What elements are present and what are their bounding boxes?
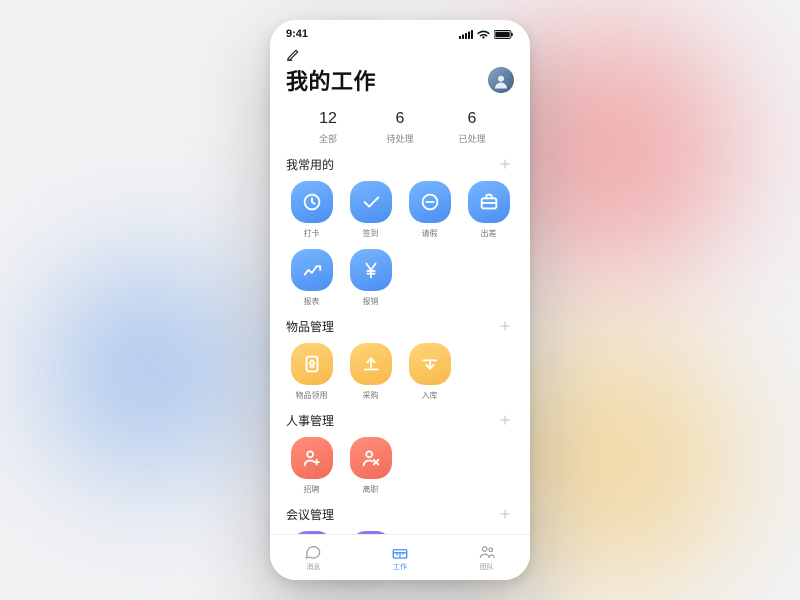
app-clock[interactable]: 打卡 [286,181,337,239]
app-chart[interactable]: 报表 [286,249,337,307]
app-label: 入库 [422,390,438,401]
section-1: 物品管理物品领用 采购 入库 [286,317,514,401]
app-check[interactable]: 签到 [345,181,396,239]
status-bar: 9:41 [270,20,530,42]
stat-done[interactable]: 6 已处理 [436,110,508,145]
app-label: 请假 [422,228,438,239]
userminus-icon [350,437,392,479]
section-title: 我常用的 [286,156,334,173]
scroll-content[interactable]: 我的工作 12 全部 6 待处理 6 已处理 我常用的打卡 签到 请假 出差报表 报销物… [270,42,530,534]
app-label: 招聘 [304,484,320,495]
chart-icon [291,249,333,291]
tab-messages[interactable]: 消息 [270,535,357,580]
avatar[interactable] [488,67,514,93]
userplus-icon [291,437,333,479]
tab-bar: 消息 工作 团队 [270,534,530,580]
upload-icon [350,343,392,385]
app-upload[interactable]: 采购 [345,343,396,401]
app-brief[interactable]: 出差 [463,181,514,239]
yen-icon [350,249,392,291]
section-title: 人事管理 [286,412,334,429]
section-add-button[interactable] [496,411,514,429]
app-label: 采购 [363,390,379,401]
section-3: 会议管理视频会议电话会议 [286,505,514,534]
status-indicators [459,30,514,39]
section-add-button[interactable] [496,155,514,173]
section-0: 我常用的打卡 签到 请假 出差报表 报销 [286,155,514,307]
app-inbox[interactable]: 入库 [404,343,455,401]
section-add-button[interactable] [496,317,514,335]
app-label: 报销 [363,296,379,307]
app-label: 出差 [481,228,497,239]
battery-icon [494,30,514,39]
tab-work[interactable]: 工作 [357,535,444,580]
app-yen[interactable]: 报销 [345,249,396,307]
section-add-button[interactable] [496,505,514,523]
app-nope[interactable]: 请假 [404,181,455,239]
clock-icon [291,181,333,223]
app-label: 打卡 [304,228,320,239]
inbox-icon [409,343,451,385]
stat-all[interactable]: 12 全部 [292,110,364,145]
check-icon [350,181,392,223]
tab-team[interactable]: 团队 [443,535,530,580]
app-userminus[interactable]: 离职 [345,437,396,495]
brief-icon [468,181,510,223]
phone-frame: 9:41 我的工作 12 全部 [270,20,530,580]
stat-pending[interactable]: 6 待处理 [364,110,436,145]
app-receipt[interactable]: 物品领用 [286,343,337,401]
app-label: 离职 [363,484,379,495]
edit-icon[interactable] [286,48,514,62]
status-time: 9:41 [286,28,308,40]
receipt-icon [291,343,333,385]
app-label: 物品领用 [296,390,328,401]
signal-icon [459,30,473,39]
stats-row: 12 全部 6 待处理 6 已处理 [292,110,508,145]
section-title: 会议管理 [286,506,334,523]
page-title: 我的工作 [286,64,376,96]
app-userplus[interactable]: 招聘 [286,437,337,495]
section-title: 物品管理 [286,318,334,335]
nope-icon [409,181,451,223]
app-label: 签到 [363,228,379,239]
section-2: 人事管理招聘 离职 [286,411,514,495]
wifi-icon [477,30,490,39]
app-label: 报表 [304,296,320,307]
